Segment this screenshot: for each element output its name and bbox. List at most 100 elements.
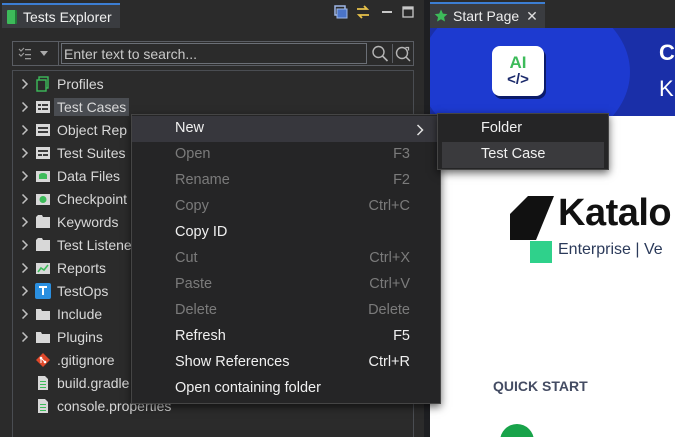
menu-item-label: Copy — [175, 198, 209, 214]
brand-square-icon — [530, 241, 552, 263]
tree-item-label: Plugins — [57, 329, 103, 345]
tree-item-checkpoints[interactable]: Checkpoint — [13, 188, 127, 210]
chevron-right-icon[interactable] — [19, 262, 31, 274]
chevron-right-icon[interactable] — [19, 285, 31, 297]
search-icon[interactable] — [370, 44, 390, 63]
submenu-item-folder[interactable]: Folder — [442, 116, 604, 142]
tab-tests-explorer[interactable]: Tests Explorer — [2, 3, 120, 28]
edition-label: Enterprise | Ve — [558, 241, 663, 258]
menu-item-label: Folder — [481, 120, 523, 136]
chevron-right-icon[interactable] — [19, 78, 31, 90]
menu-item-label: Paste — [175, 276, 213, 292]
tree-item-reports[interactable]: Reports — [13, 257, 106, 279]
chevron-right-icon[interactable] — [19, 101, 31, 113]
menu-item-label: New — [175, 120, 205, 136]
plugins-icon — [35, 329, 51, 345]
menu-item-delete[interactable]: Delete Delete — [132, 298, 440, 324]
test-suites-icon — [35, 145, 51, 161]
tab-start-page[interactable]: Start Page ✕ — [430, 2, 545, 28]
menu-item-shortcut: F3 — [393, 146, 410, 162]
banner-subline: K — [659, 76, 674, 101]
test-listeners-icon — [35, 237, 51, 253]
promo-banner[interactable]: AI </> C K — [430, 28, 675, 116]
menu-item-label: Show References — [175, 354, 290, 370]
context-menu: New Open F3 Rename F2 Copy Ctrl+C Copy I… — [131, 114, 441, 404]
dropdown-arrow-icon — [40, 50, 48, 56]
menu-item-cut[interactable]: Cut Ctrl+X — [132, 246, 440, 272]
minimize-icon[interactable] — [378, 3, 396, 21]
advanced-search-icon[interactable] — [392, 44, 412, 63]
submenu-item-test-case[interactable]: Test Case — [442, 142, 604, 168]
menu-item-label: Refresh — [175, 328, 226, 344]
menu-item-new[interactable]: New — [132, 116, 440, 142]
tree-item-label: .gitignore — [57, 352, 115, 368]
search-input[interactable] — [61, 43, 367, 64]
tree-item-include[interactable]: Include — [13, 303, 102, 325]
tree-item-test-suites[interactable]: Test Suites — [13, 142, 125, 164]
tree-item-keywords[interactable]: Keywords — [13, 211, 118, 233]
tree-item-label: Profiles — [57, 76, 104, 92]
tree-item-test-listeners[interactable]: Test Listene — [13, 234, 132, 256]
tree-item-test-cases[interactable]: Test Cases — [13, 96, 130, 118]
close-icon[interactable]: ✕ — [526, 8, 538, 25]
tree-item-data-files[interactable]: Data Files — [13, 165, 120, 187]
menu-item-copy[interactable]: Copy Ctrl+C — [132, 194, 440, 220]
tree-item-label: build.gradle — [57, 375, 130, 391]
menu-item-shortcut: Delete — [368, 302, 410, 318]
chevron-right-icon[interactable] — [19, 216, 31, 228]
chevron-right-icon[interactable] — [19, 147, 31, 159]
file-icon — [35, 398, 51, 414]
testops-icon — [35, 283, 51, 299]
chevron-right-icon[interactable] — [19, 239, 31, 251]
chevron-right-icon[interactable] — [19, 331, 31, 343]
tree-item-label: Reports — [57, 260, 107, 276]
chevron-right-icon[interactable] — [19, 124, 31, 136]
menu-item-paste[interactable]: Paste Ctrl+V — [132, 272, 440, 298]
chevron-right-icon[interactable] — [19, 308, 31, 320]
tree-item-label: Checkpoint — [57, 191, 128, 207]
ai-badge-icon: AI </> — [492, 46, 544, 96]
menu-item-shortcut: F2 — [393, 172, 410, 188]
tree-item-profiles[interactable]: Profiles — [13, 73, 104, 95]
new-submenu: Folder Test Case — [437, 113, 609, 170]
menu-item-shortcut: Ctrl+C — [368, 198, 411, 214]
collapse-all-icon[interactable] — [332, 3, 350, 21]
tree-item-testops[interactable]: TestOps — [13, 280, 108, 302]
menu-item-show-references[interactable]: Show References Ctrl+R — [132, 350, 440, 376]
tree-item-label: TestOps — [57, 283, 109, 299]
banner-headline: C — [659, 40, 675, 65]
tree-item-gitignore[interactable]: .gitignore — [29, 349, 115, 371]
menu-item-label: Open containing folder — [175, 380, 321, 396]
start-page-panel: Start Page ✕ AI </> C K Katalo Enterpris… — [430, 0, 675, 437]
tree-item-label: Include — [57, 306, 103, 322]
chevron-right-icon[interactable] — [19, 170, 31, 182]
data-files-icon — [35, 168, 51, 184]
reports-icon — [35, 260, 51, 276]
menu-item-label: Delete — [175, 302, 217, 318]
filter-button[interactable] — [13, 42, 59, 65]
menu-item-shortcut: Ctrl+V — [369, 276, 410, 292]
submenu-arrow-icon — [416, 123, 424, 139]
test-cases-icon — [35, 99, 51, 115]
file-icon — [35, 375, 51, 391]
quick-start-heading: QUICK START — [493, 378, 588, 394]
profiles-icon — [35, 76, 51, 92]
menu-item-copy-id[interactable]: Copy ID — [132, 220, 440, 246]
menu-item-label: Test Case — [481, 146, 546, 162]
object-repository-icon — [35, 122, 51, 138]
tree-item-plugins[interactable]: Plugins — [13, 326, 103, 348]
search-bar — [12, 41, 414, 66]
menu-item-open-containing-folder[interactable]: Open containing folder — [132, 376, 440, 402]
tree-item-label: Object Rep — [57, 122, 128, 138]
menu-item-shortcut: F5 — [393, 328, 410, 344]
chevron-right-icon[interactable] — [19, 193, 31, 205]
tree-item-object-repository[interactable]: Object Rep — [13, 119, 127, 141]
menu-item-refresh[interactable]: Refresh F5 — [132, 324, 440, 350]
tree-item-build-gradle[interactable]: build.gradle — [29, 372, 129, 394]
menu-item-label: Rename — [175, 172, 230, 188]
link-with-editor-icon[interactable] — [354, 3, 372, 21]
menu-item-rename[interactable]: Rename F2 — [132, 168, 440, 194]
menu-item-shortcut: Ctrl+X — [369, 250, 410, 266]
maximize-icon[interactable] — [399, 3, 417, 21]
menu-item-open[interactable]: Open F3 — [132, 142, 440, 168]
